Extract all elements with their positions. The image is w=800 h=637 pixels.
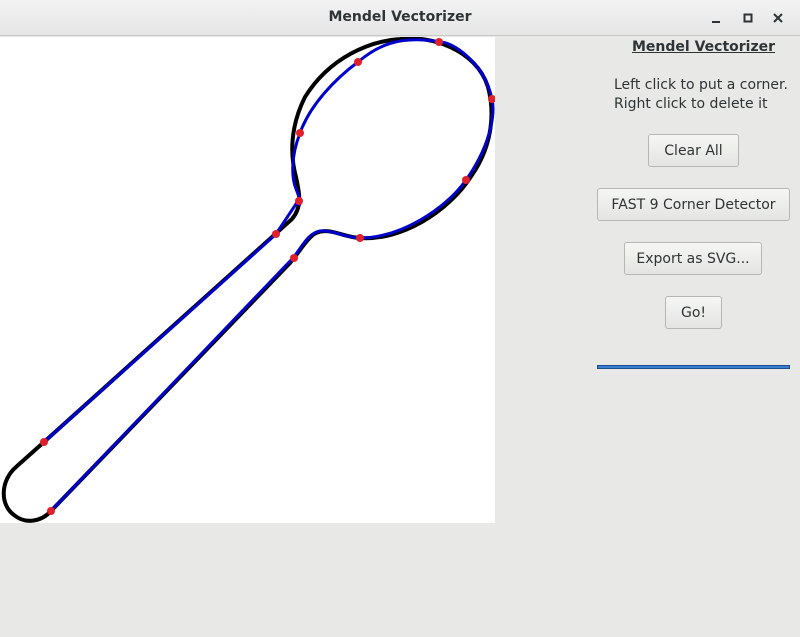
panel-heading: Mendel Vectorizer	[632, 39, 776, 55]
corner-point	[272, 230, 280, 238]
progress-bar	[597, 365, 790, 369]
corner-point	[296, 129, 304, 137]
title-bar[interactable]: Mendel Vectorizer	[0, 0, 800, 36]
minimize-icon[interactable]	[706, 8, 726, 28]
corner-point	[295, 197, 303, 205]
instruction-line-1: Left click to put a corner.	[614, 77, 788, 93]
corner-point	[462, 176, 470, 184]
maximize-icon[interactable]	[738, 8, 758, 28]
corner-point	[435, 38, 443, 46]
corner-point	[354, 58, 362, 66]
window-title: Mendel Vectorizer	[328, 9, 472, 25]
corner-point	[290, 254, 298, 262]
control-panel: Mendel Vectorizer Left click to put a co…	[495, 37, 800, 637]
vector-path	[42, 38, 495, 513]
corner-point	[356, 234, 364, 242]
instruction-line-2: Right click to delete it	[614, 96, 768, 112]
corner-point	[47, 507, 55, 515]
close-icon[interactable]	[768, 8, 788, 28]
spoon-drawing	[1, 37, 495, 523]
fast9-corner-detector-button[interactable]: FAST 9 Corner Detector	[597, 188, 790, 221]
drawing-canvas[interactable]	[0, 37, 495, 523]
clear-all-button[interactable]: Clear All	[648, 134, 739, 167]
spoon-outline	[1, 37, 494, 523]
go-button[interactable]: Go!	[665, 296, 722, 329]
corner-point	[40, 438, 48, 446]
corner-points	[40, 38, 495, 515]
export-svg-button[interactable]: Export as SVG...	[624, 242, 762, 275]
